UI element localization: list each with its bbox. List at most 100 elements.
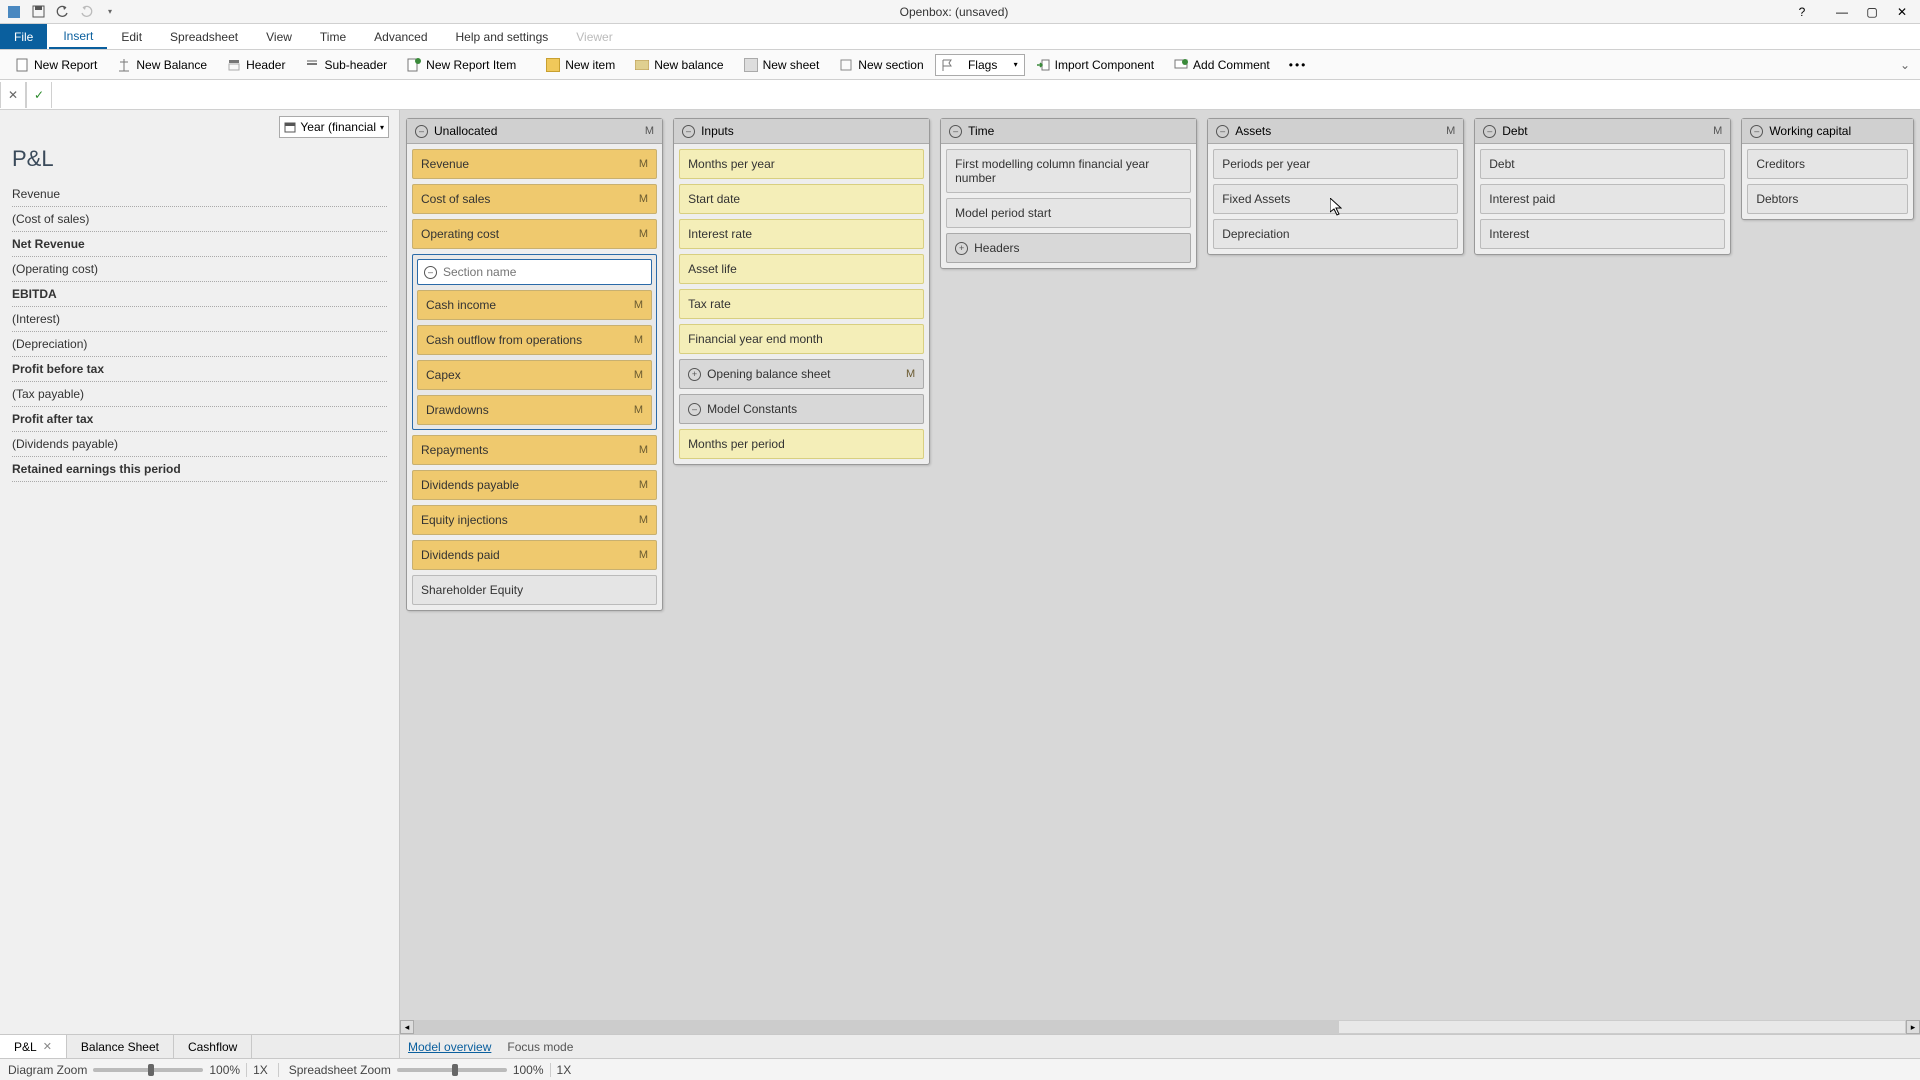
menu-view[interactable]: View (252, 24, 306, 49)
card-item[interactable]: Debt (1480, 149, 1725, 179)
new-balance2-button[interactable]: New balance (626, 54, 732, 76)
diagram-zoom-x[interactable]: 1X (253, 1063, 268, 1077)
undo-icon[interactable] (52, 3, 72, 21)
collapse-icon[interactable]: – (682, 125, 695, 138)
tab-pl[interactable]: P&L✕ (0, 1035, 67, 1058)
card-item[interactable]: Financial year end month (679, 324, 924, 354)
card-item[interactable]: First modelling column financial year nu… (946, 149, 1191, 193)
sub-opening-balance[interactable]: +Opening balance sheetM (679, 359, 924, 389)
header-button[interactable]: Header (218, 54, 294, 76)
pl-row[interactable]: Profit before tax (12, 357, 387, 382)
collapse-icon[interactable]: – (415, 125, 428, 138)
card-item[interactable]: Cash incomeM (417, 290, 652, 320)
new-report-item-button[interactable]: New Report Item (398, 54, 525, 76)
pl-row[interactable]: (Operating cost) (12, 257, 387, 282)
card-item[interactable]: Debtors (1747, 184, 1908, 214)
card-item[interactable]: RepaymentsM (412, 435, 657, 465)
collapse-icon[interactable]: – (688, 403, 701, 416)
formula-accept-button[interactable]: ✓ (26, 82, 52, 108)
card-item[interactable]: Months per year (679, 149, 924, 179)
diagram-zoom-slider[interactable] (93, 1068, 203, 1072)
card-item[interactable]: Cash outflow from operationsM (417, 325, 652, 355)
maximize-button[interactable]: ▢ (1858, 3, 1886, 21)
view-focus-mode[interactable]: Focus mode (507, 1040, 573, 1054)
scroll-right-icon[interactable]: ▸ (1906, 1020, 1920, 1034)
slider-knob[interactable] (148, 1064, 154, 1076)
card-header-time[interactable]: – Time (941, 119, 1196, 144)
card-item[interactable]: Dividends paidM (412, 540, 657, 570)
close-icon[interactable]: ✕ (43, 1040, 52, 1053)
item-months-per-period[interactable]: Months per period (679, 429, 924, 459)
toolbar-more-button[interactable]: ••• (1281, 55, 1316, 75)
save-icon[interactable] (28, 3, 48, 21)
tab-balance-sheet[interactable]: Balance Sheet (67, 1035, 174, 1058)
app-icon[interactable] (4, 3, 24, 21)
canvas-hscrollbar[interactable]: ◂ ▸ (400, 1020, 1920, 1034)
tab-cashflow[interactable]: Cashflow (174, 1035, 252, 1058)
card-inputs[interactable]: – Inputs Months per yearStart dateIntere… (673, 118, 930, 465)
new-report-button[interactable]: New Report (6, 54, 106, 76)
sheet-zoom-slider[interactable] (397, 1068, 507, 1072)
menu-advanced[interactable]: Advanced (360, 24, 441, 49)
canvas[interactable]: – Unallocated M RevenueMCost of salesMOp… (400, 110, 1920, 1034)
new-section-button[interactable]: New section (830, 54, 932, 76)
new-balance-button[interactable]: New Balance (108, 54, 216, 76)
menu-edit[interactable]: Edit (107, 24, 156, 49)
card-item[interactable]: Asset life (679, 254, 924, 284)
pl-row[interactable]: Retained earnings this period (12, 457, 387, 482)
close-button[interactable]: ✕ (1888, 3, 1916, 21)
card-item[interactable]: Equity injectionsM (412, 505, 657, 535)
formula-input[interactable] (52, 80, 1920, 109)
pl-row[interactable]: EBITDA (12, 282, 387, 307)
collapse-icon[interactable]: – (949, 125, 962, 138)
flags-dropdown[interactable]: Flags▾ (935, 54, 1025, 76)
card-item[interactable]: Periods per year (1213, 149, 1458, 179)
card-header-wc[interactable]: – Working capital (1742, 119, 1913, 144)
pl-row[interactable]: (Dividends payable) (12, 432, 387, 457)
pl-row[interactable]: (Interest) (12, 307, 387, 332)
add-comment-button[interactable]: Add Comment (1165, 54, 1279, 76)
sheet-zoom-x[interactable]: 1X (557, 1063, 572, 1077)
formula-cancel-button[interactable]: ✕ (0, 82, 26, 108)
import-component-button[interactable]: Import Component (1027, 54, 1163, 76)
pl-row[interactable]: (Depreciation) (12, 332, 387, 357)
collapse-icon[interactable]: + (955, 242, 968, 255)
card-debt[interactable]: – Debt M Debt Interest paid Interest (1474, 118, 1731, 255)
card-header-unallocated[interactable]: – Unallocated M (407, 119, 662, 144)
card-assets[interactable]: – Assets M Periods per yearFixed AssetsD… (1207, 118, 1464, 255)
card-item[interactable]: Creditors (1747, 149, 1908, 179)
card-item[interactable]: Tax rate (679, 289, 924, 319)
ribbon-collapse-icon[interactable]: ⌄ (1896, 58, 1914, 72)
new-sheet-button[interactable]: New sheet (735, 54, 829, 76)
menu-spreadsheet[interactable]: Spreadsheet (156, 24, 252, 49)
collapse-icon[interactable]: + (688, 368, 701, 381)
card-item[interactable]: Interest rate (679, 219, 924, 249)
card-item[interactable]: Interest (1480, 219, 1725, 249)
scroll-left-icon[interactable]: ◂ (400, 1020, 414, 1034)
card-item[interactable]: Depreciation (1213, 219, 1458, 249)
sub-headers[interactable]: +Headers (946, 233, 1191, 263)
collapse-icon[interactable]: – (1216, 125, 1229, 138)
card-unallocated[interactable]: – Unallocated M RevenueMCost of salesMOp… (406, 118, 663, 611)
view-model-overview[interactable]: Model overview (408, 1040, 491, 1054)
pl-row[interactable]: Net Revenue (12, 232, 387, 257)
help-icon[interactable]: ? (1788, 3, 1816, 21)
card-item[interactable]: CapexM (417, 360, 652, 390)
redo-icon[interactable] (76, 3, 96, 21)
menu-file[interactable]: File (0, 24, 47, 49)
pl-row[interactable]: Revenue (12, 182, 387, 207)
card-item[interactable]: Interest paid (1480, 184, 1725, 214)
section-name-edit[interactable]: – (417, 259, 652, 285)
menu-help[interactable]: Help and settings (442, 24, 563, 49)
card-item[interactable]: Cost of salesM (412, 184, 657, 214)
scroll-track[interactable] (414, 1020, 1906, 1034)
collapse-icon[interactable]: – (424, 266, 437, 279)
card-item[interactable]: Model period start (946, 198, 1191, 228)
pl-row[interactable]: (Tax payable) (12, 382, 387, 407)
sub-model-constants[interactable]: –Model Constants (679, 394, 924, 424)
card-time[interactable]: – Time First modelling column financial … (940, 118, 1197, 269)
scroll-thumb[interactable] (415, 1021, 1339, 1033)
card-header-debt[interactable]: – Debt M (1475, 119, 1730, 144)
menu-time[interactable]: Time (306, 24, 360, 49)
new-item-button[interactable]: New item (537, 54, 624, 76)
